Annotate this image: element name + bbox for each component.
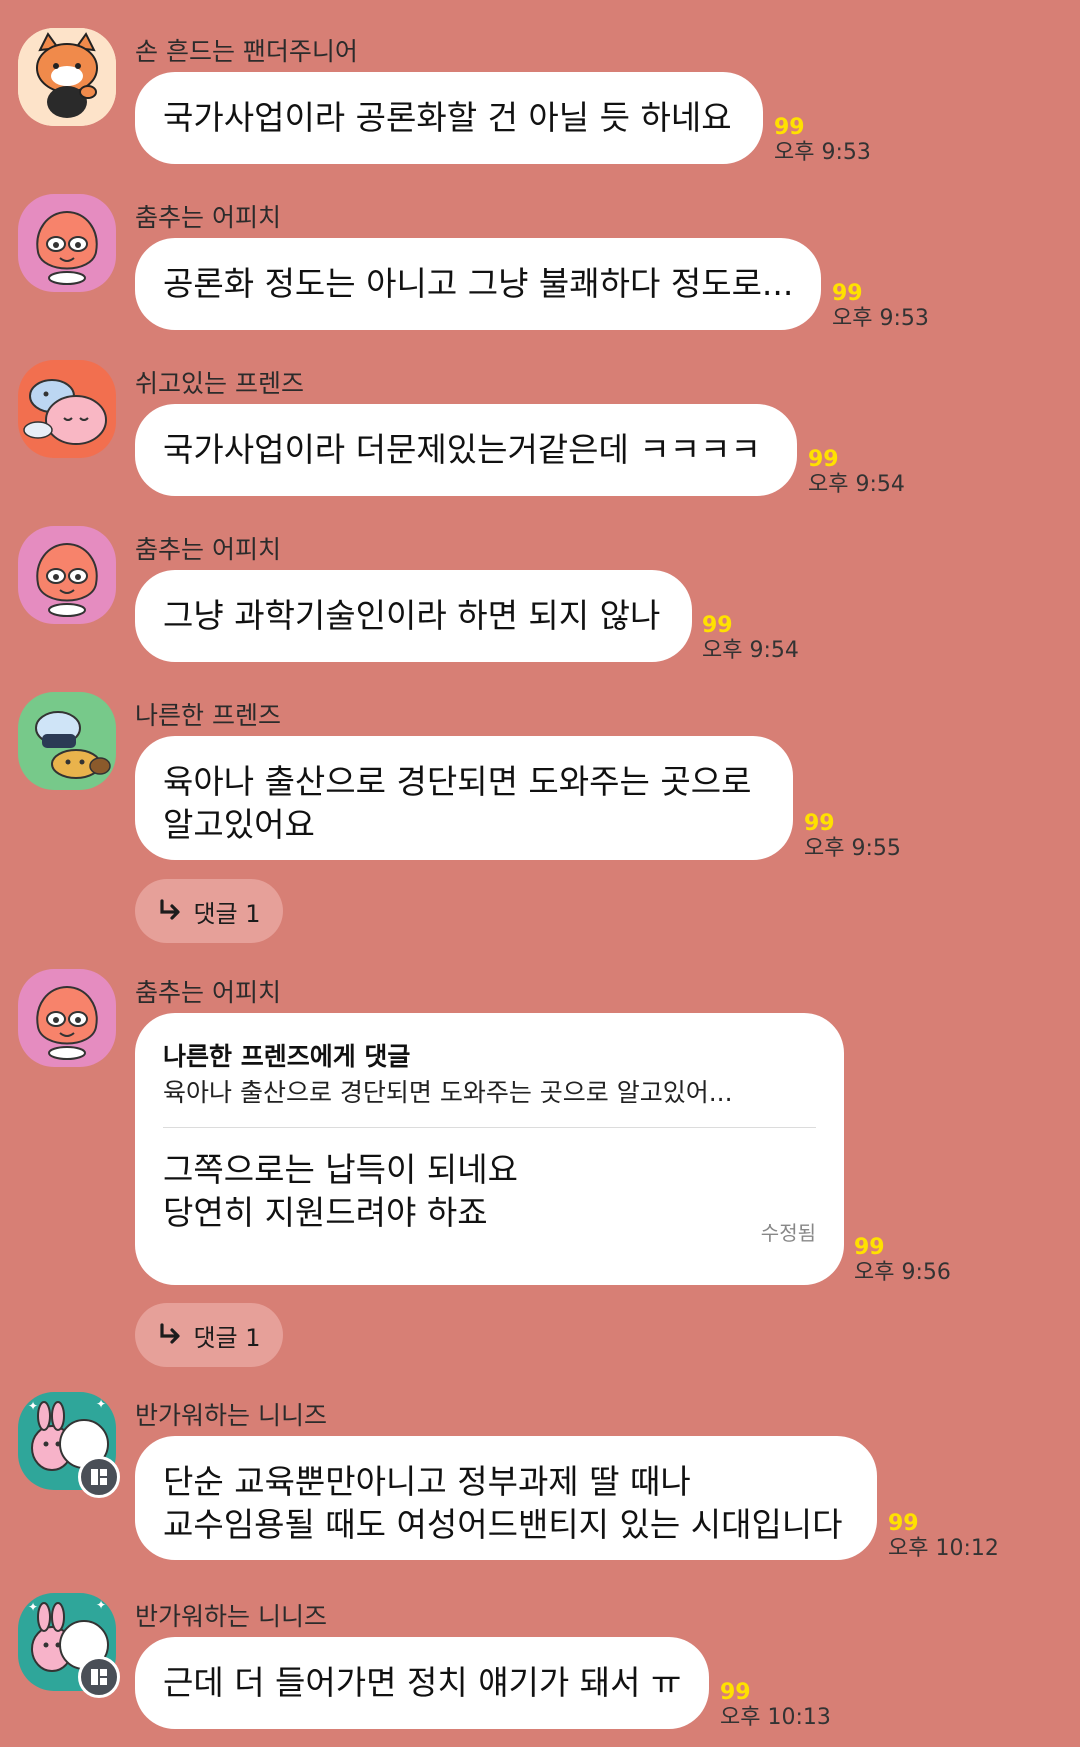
reply-count-label: 댓글 1 [193, 899, 261, 928]
message-meta: 99 오후 10:12 [888, 1512, 999, 1562]
unread-count: 99 [888, 1511, 919, 1536]
lazy-friends-avatar[interactable] [18, 692, 116, 790]
timestamp: 오후 10:12 [888, 1536, 999, 1561]
sender-name: 반가워하는 니니즈 [135, 1602, 327, 1631]
message-bubble[interactable]: 근데 더 들어가면 정치 얘기가 돼서 ㅠ [135, 1637, 709, 1729]
profile-badge-icon [78, 1656, 120, 1698]
message-text: 국가사업이라 더문제있는거같은데 ㅋㅋㅋㅋ [163, 430, 761, 469]
message-text: 국가사업이라 공론화할 건 아닐 듯 하네요 [163, 98, 732, 137]
timestamp: 오후 10:13 [720, 1705, 831, 1730]
message-text-line: 육아나 출산으로 경단되면 도와주는 곳으로 [163, 762, 752, 801]
sender-name: 나른한 프렌즈 [135, 701, 281, 730]
message-text-line: 당연히 지원드려야 하죠 [163, 1193, 488, 1232]
panda-junior-avatar[interactable] [18, 28, 116, 126]
message-meta: 99 오후 9:54 [808, 448, 905, 498]
message-bubble[interactable]: 국가사업이라 공론화할 건 아닐 듯 하네요 [135, 72, 763, 164]
svg-text:✦: ✦ [96, 1598, 106, 1612]
message-text-line: 단순 교육뿐만아니고 정부과제 딸 때나 [163, 1462, 691, 1501]
profile-badge-icon [78, 1456, 120, 1498]
message-bubble[interactable]: 나른한 프렌즈에게 댓글 육아나 출산으로 경단되면 도와주는 곳으로 알고있어… [135, 1013, 844, 1285]
message-text: 공론화 정도는 아니고 그냥 불쾌하다 정도로... [163, 264, 794, 303]
unread-count: 99 [832, 281, 863, 306]
quoted-message-text[interactable]: 육아나 출산으로 경단되면 도와주는 곳으로 알고있어... [163, 1075, 816, 1111]
edited-label: 수정됨 [760, 1221, 816, 1245]
timestamp: 오후 9:55 [804, 836, 901, 861]
message-meta: 99 오후 10:13 [720, 1681, 831, 1731]
message-text: 근데 더 들어가면 정치 얘기가 돼서 ㅠ [163, 1663, 682, 1702]
message-bubble[interactable]: 국가사업이라 더문제있는거같은데 ㅋㅋㅋㅋ [135, 404, 797, 496]
quote-divider [163, 1127, 816, 1128]
resting-friends-avatar[interactable] [18, 360, 116, 458]
unread-count: 99 [774, 115, 805, 140]
apeach-avatar[interactable] [18, 194, 116, 292]
message-meta: 99 오후 9:55 [804, 812, 901, 862]
message-text-line: 그쪽으로는 납득이 되네요 [163, 1150, 518, 1189]
unread-count: 99 [702, 613, 733, 638]
quote-reply-target: 나른한 프렌즈에게 댓글 [163, 1042, 411, 1071]
message-text-line: 교수임용될 때도 여성어드밴티지 있는 시대입니다 [163, 1505, 843, 1544]
message-bubble[interactable]: 단순 교육뿐만아니고 정부과제 딸 때나 교수임용될 때도 여성어드밴티지 있는… [135, 1436, 877, 1560]
timestamp: 오후 9:53 [774, 140, 871, 165]
apeach-avatar[interactable] [18, 526, 116, 624]
svg-text:✦: ✦ [28, 1399, 38, 1413]
unread-count: 99 [720, 1680, 751, 1705]
reply-arrow-icon [160, 899, 181, 920]
message-meta: 99 오후 9:53 [774, 116, 871, 166]
unread-count: 99 [854, 1235, 885, 1260]
message-meta: 99 오후 9:53 [832, 282, 929, 332]
reply-count-label: 댓글 1 [193, 1323, 261, 1352]
reply-thread-button[interactable]: 댓글 1 [135, 1303, 283, 1367]
sender-name: 반가워하는 니니즈 [135, 1401, 327, 1430]
message-text: 그냥 과학기술인이라 하면 되지 않나 [163, 596, 661, 635]
message-meta: 99 오후 9:54 [702, 614, 799, 664]
message-bubble[interactable]: 육아나 출산으로 경단되면 도와주는 곳으로 알고있어요 [135, 736, 793, 860]
timestamp: 오후 9:56 [854, 1260, 951, 1285]
unread-count: 99 [808, 447, 839, 472]
timestamp: 오후 9:54 [702, 638, 799, 663]
svg-text:✦: ✦ [96, 1397, 106, 1411]
sender-name: 춤추는 어피치 [135, 978, 281, 1007]
message-meta: 99 오후 9:56 [854, 1236, 951, 1286]
message-text-line: 알고있어요 [163, 805, 315, 844]
sender-name: 춤추는 어피치 [135, 535, 281, 564]
unread-count: 99 [804, 811, 835, 836]
timestamp: 오후 9:53 [832, 306, 929, 331]
sender-name: 손 흔드는 팬더주니어 [135, 37, 358, 66]
timestamp: 오후 9:54 [808, 472, 905, 497]
message-bubble[interactable]: 그냥 과학기술인이라 하면 되지 않나 [135, 570, 692, 662]
sender-name: 춤추는 어피치 [135, 203, 281, 232]
reply-arrow-icon [160, 1323, 181, 1344]
sender-name: 쉬고있는 프렌즈 [135, 369, 304, 398]
apeach-avatar[interactable] [18, 969, 116, 1067]
svg-text:✦: ✦ [28, 1600, 38, 1614]
message-bubble[interactable]: 공론화 정도는 아니고 그냥 불쾌하다 정도로... [135, 238, 821, 330]
reply-thread-button[interactable]: 댓글 1 [135, 879, 283, 943]
